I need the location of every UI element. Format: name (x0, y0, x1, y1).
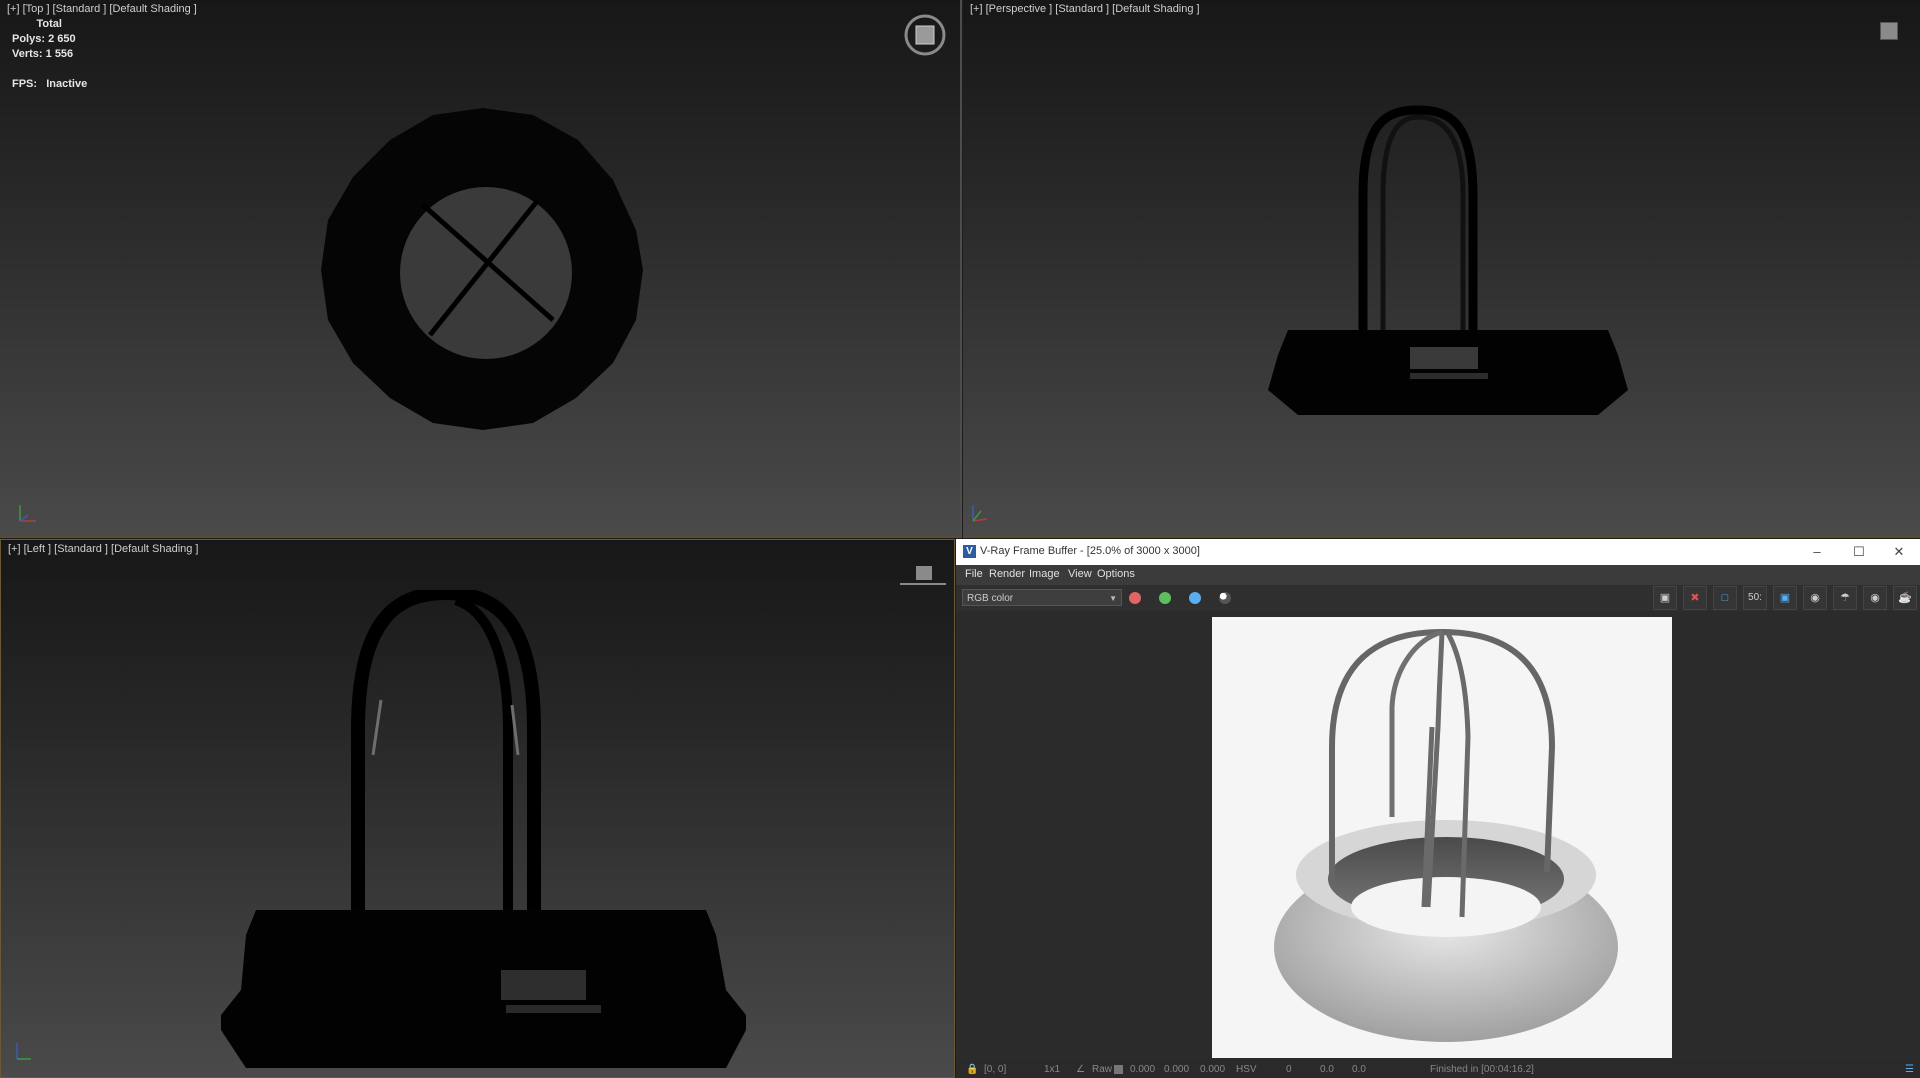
vray-logo-icon: V (963, 545, 976, 558)
sample-size-select[interactable]: 1x1 (1044, 1064, 1060, 1075)
menu-render[interactable]: Render (989, 568, 1025, 580)
link-vfb-icon[interactable]: ◉ (1803, 586, 1827, 610)
value-b: 0.000 (1200, 1064, 1226, 1075)
render-preview (1274, 628, 1618, 1042)
menu-view[interactable]: View (1068, 568, 1092, 580)
vfb-statusbar: 🔒 [0, 0] 1x1 ∠ Raw 0.000 0.000 0.000 HSV… (956, 1060, 1920, 1078)
model-perspective-view (1268, 105, 1628, 415)
render-interactive-icon[interactable]: ☂ (1833, 586, 1857, 610)
value-g: 0.000 (1164, 1064, 1190, 1075)
alpha-channel-button[interactable] (1219, 592, 1231, 604)
save-image-icon[interactable]: ▣ (1653, 586, 1677, 610)
clear-image-icon[interactable]: ✖ (1683, 586, 1707, 610)
model-top-view (321, 108, 643, 430)
menu-icon[interactable]: ☰ (1905, 1064, 1914, 1075)
stop-render-icon[interactable]: ◉ (1863, 586, 1887, 610)
minimize-icon[interactable]: – (1796, 539, 1838, 565)
stats-verts-value: 1 556 (45, 48, 74, 60)
viewcube-icon[interactable] (1880, 22, 1898, 40)
viewport-perspective[interactable]: [+] [Perspective ] [Standard ] [Default … (963, 0, 1920, 538)
axis-gizmo-icon (19, 505, 36, 522)
zoom-value: 50: (1748, 592, 1762, 603)
vray-frame-buffer-window[interactable]: V V-Ray Frame Buffer - [25.0% of 3000 x … (956, 539, 1920, 1078)
channel-select[interactable]: RGB color ▼ (962, 589, 1122, 606)
rendered-image[interactable] (1212, 617, 1672, 1058)
stats-fps-label: FPS: (12, 78, 38, 90)
axis-gizmo-icon (972, 505, 988, 522)
curve-icon[interactable]: ∠ (1076, 1064, 1085, 1075)
viewport-top-label[interactable]: [+] [Top ] [Standard ] [Default Shading … (7, 3, 197, 15)
red-channel-button[interactable] (1129, 592, 1141, 604)
maximize-icon[interactable]: ☐ (1838, 539, 1880, 565)
chevron-down-icon: ▼ (1109, 594, 1117, 603)
pixel-coords: [0, 0] (984, 1064, 1007, 1075)
close-icon[interactable]: ✕ (1878, 539, 1920, 565)
stats-verts-label: Verts: (12, 48, 43, 60)
viewport-left-label[interactable]: [+] [Left ] [Standard ] [Default Shading… (8, 543, 198, 555)
lock-icon[interactable]: 🔒 (966, 1064, 978, 1075)
render-finished-text: Finished in [00:04:16.2] (1430, 1064, 1534, 1075)
model-left-view (221, 590, 746, 1068)
stats-polys-value: 2 650 (48, 33, 76, 45)
menu-options[interactable]: Options (1097, 568, 1135, 580)
value-h: 0 (1286, 1064, 1292, 1075)
render-teapot-icon[interactable]: ☕ (1893, 586, 1917, 610)
vfb-title: V-Ray Frame Buffer - [25.0% of 3000 x 30… (980, 545, 1200, 557)
channel-select-value: RGB color (967, 593, 1014, 604)
vfb-menubar: File Render Image View Options (956, 565, 1920, 585)
viewcube-icon[interactable] (902, 12, 948, 58)
zoom-button[interactable]: 50: (1743, 586, 1767, 610)
blue-channel-button[interactable] (1189, 592, 1201, 604)
stats-total-label: Total (36, 18, 62, 30)
vfb-toolbar: RGB color ▼ ▣ ✖ □ 50: ▣ ◉ ☂ ◉ ☕ (956, 585, 1920, 611)
stats-polys-label: Polys: (12, 33, 46, 45)
viewport-left[interactable]: [+] [Left ] [Standard ] [Default Shading… (0, 539, 955, 1078)
green-channel-button[interactable] (1159, 592, 1171, 604)
value-s: 0.0 (1320, 1064, 1334, 1075)
viewcube-icon[interactable] (898, 564, 948, 588)
menu-image[interactable]: Image (1029, 568, 1060, 580)
color-mode-select[interactable]: HSV (1236, 1064, 1257, 1075)
stats-overlay: Total Polys: 2 650 Verts: 1 556 FPS: Ina… (12, 17, 87, 92)
viewport-perspective-label[interactable]: [+] [Perspective ] [Standard ] [Default … (970, 3, 1200, 15)
stats-fps-value: Inactive (46, 78, 88, 90)
vfb-titlebar[interactable]: V V-Ray Frame Buffer - [25.0% of 3000 x … (956, 539, 1920, 565)
value-v: 0.0 (1352, 1064, 1366, 1075)
viewport-top[interactable]: [+] [Top ] [Standard ] [Default Shading … (0, 0, 962, 538)
raw-swatch (1114, 1065, 1123, 1074)
axis-gizmo-icon (16, 1043, 31, 1060)
region-render-icon[interactable]: □ (1713, 586, 1737, 610)
value-r: 0.000 (1130, 1064, 1156, 1075)
track-mouse-icon[interactable]: ▣ (1773, 586, 1797, 610)
menu-file[interactable]: File (965, 568, 983, 580)
raw-label: Raw (1092, 1064, 1113, 1075)
